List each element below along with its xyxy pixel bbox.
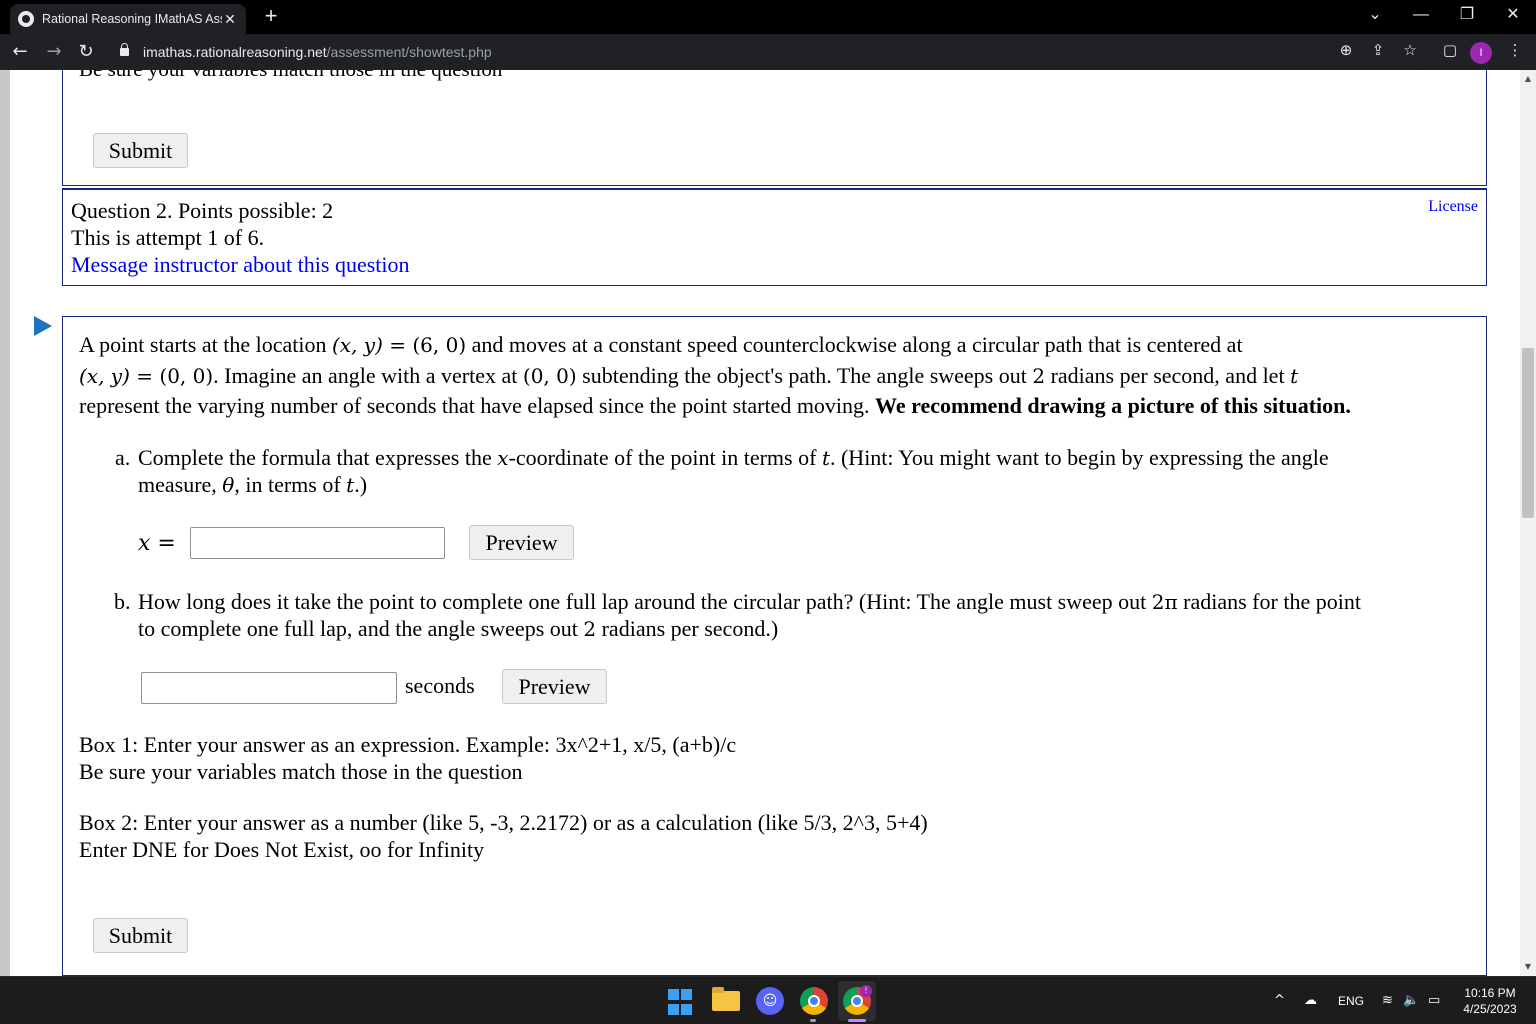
part-a-line-1: Complete the formula that expresses the …: [138, 445, 1329, 470]
tab-title: Rational Reasoning IMathAS Asse: [42, 12, 222, 26]
bookmark-star-icon[interactable]: ☆: [1399, 39, 1421, 61]
box1-hint-line-2: Be sure your variables match those in th…: [79, 759, 523, 784]
system-clock[interactable]: 10:16 PM 4/25/2023: [1452, 985, 1528, 1017]
scroll-up-icon[interactable]: ▲: [1520, 72, 1536, 86]
part-a-preview-button[interactable]: Preview: [469, 525, 574, 560]
message-instructor-link[interactable]: Message instructor about this question: [71, 252, 410, 278]
running-indicator: [810, 1019, 816, 1022]
part-b-line-1: How long does it take the point to compl…: [138, 589, 1361, 614]
clock-time: 10:16 PM: [1464, 986, 1516, 1000]
minimize-window-icon[interactable]: —: [1398, 0, 1444, 34]
notification-badge: !: [860, 985, 872, 997]
current-question-arrow-icon: [34, 316, 52, 336]
submit-button[interactable]: Submit: [93, 918, 188, 953]
part-b-unit: seconds: [405, 673, 475, 698]
part-a-marker: a.: [115, 445, 131, 470]
clock-date: 4/25/2023: [1463, 1002, 1517, 1016]
close-tab-icon[interactable]: ✕: [222, 11, 238, 28]
browser-toolbar: ← → ↻ imathas.rationalreasoning.net/asse…: [0, 34, 1536, 70]
url-path: /assessment/showtest.php: [326, 44, 492, 60]
part-a-lhs: x =: [138, 531, 176, 556]
forward-icon[interactable]: →: [40, 38, 68, 66]
previous-question-box: Be sure your variables match those in th…: [62, 70, 1487, 186]
profile-avatar[interactable]: I: [1470, 42, 1492, 64]
question-box: A point starts at the location (x, y) = …: [62, 316, 1487, 976]
license-link[interactable]: License: [1428, 198, 1478, 216]
side-panel-icon[interactable]: ▢: [1439, 39, 1461, 61]
part-b-preview-button[interactable]: Preview: [502, 669, 607, 704]
taskbar: ☺ ! ^ ☁ ENG ≋ 🔈 ▭ 10:16 PM 4/25/2023: [0, 976, 1536, 1024]
close-window-icon[interactable]: ✕: [1490, 0, 1536, 34]
box2-hint-line-2: Enter DNE for Does Not Exist, oo for Inf…: [79, 837, 485, 862]
intro-line-1: A point starts at the location (x, y) = …: [79, 332, 1243, 357]
tab-search-dropdown-icon[interactable]: ⌄: [1352, 0, 1398, 34]
zoom-icon[interactable]: ⊕: [1335, 39, 1357, 61]
box2-hint-line-1: Box 2: Enter your answer as a number (li…: [79, 810, 928, 835]
attempt-count: This is attempt 1 of 6.: [71, 225, 265, 250]
wifi-icon[interactable]: ≋: [1382, 991, 1393, 1011]
part-b-answer-input[interactable]: [141, 672, 397, 704]
part-a-line-2: measure, θ, in terms of t.): [138, 472, 368, 497]
back-icon[interactable]: ←: [6, 38, 34, 66]
previous-question-cut-text: Be sure your variables match those in th…: [79, 70, 502, 82]
site-favicon-icon: [18, 11, 34, 27]
scroll-down-icon[interactable]: ▼: [1520, 960, 1536, 974]
volume-icon[interactable]: 🔈: [1403, 991, 1419, 1011]
restore-window-icon[interactable]: ❐: [1444, 0, 1490, 34]
url-host: imathas.rationalreasoning.net: [143, 44, 327, 60]
intro-line-2: (x, y) = (0, 0). Imagine an angle with a…: [79, 363, 1299, 388]
points-possible: Question 2. Points possible: 2: [71, 198, 334, 223]
intro-line-3: represent the varying number of seconds …: [79, 393, 1351, 418]
left-gutter: [0, 70, 10, 976]
tray-overflow-icon[interactable]: ^: [1274, 991, 1285, 1011]
file-explorer-icon[interactable]: [712, 987, 740, 1011]
reload-icon[interactable]: ↻: [72, 38, 100, 66]
page-viewport: Be sure your variables match those in th…: [0, 70, 1520, 976]
browser-tab[interactable]: Rational Reasoning IMathAS Asse ✕: [10, 4, 246, 34]
language-indicator[interactable]: ENG: [1338, 991, 1364, 1011]
question-info-box: Question 2. Points possible: 2 This is a…: [62, 188, 1487, 286]
discord-icon[interactable]: ☺: [756, 987, 784, 1015]
address-bar[interactable]: imathas.rationalreasoning.net/assessment…: [108, 38, 1428, 66]
part-b-line-2: to complete one full lap, and the angle …: [138, 616, 779, 641]
box1-hint-line-1: Box 1: Enter your answer as an expressio…: [79, 732, 737, 757]
new-tab-button[interactable]: +: [258, 4, 284, 30]
battery-icon[interactable]: ▭: [1428, 991, 1440, 1011]
scrollbar-thumb[interactable]: [1522, 348, 1534, 518]
windows-start-icon[interactable]: [668, 989, 696, 1017]
browser-menu-icon[interactable]: ⋮: [1504, 39, 1526, 61]
previous-submit-button[interactable]: Submit: [93, 133, 188, 168]
tab-bar: Rational Reasoning IMathAS Asse ✕ + ⌄ — …: [0, 0, 1536, 34]
part-a-answer-input[interactable]: [190, 527, 445, 559]
recommendation-bold: We recommend drawing a picture of this s…: [875, 393, 1351, 418]
onedrive-cloud-icon[interactable]: ☁: [1304, 991, 1317, 1011]
chrome-icon[interactable]: [800, 987, 828, 1015]
share-icon[interactable]: ⇪: [1367, 39, 1389, 61]
lock-icon: [120, 43, 129, 56]
page-scrollbar[interactable]: ▲ ▼: [1520, 70, 1536, 976]
part-b-marker: b.: [114, 589, 131, 614]
active-indicator: [848, 1019, 866, 1022]
